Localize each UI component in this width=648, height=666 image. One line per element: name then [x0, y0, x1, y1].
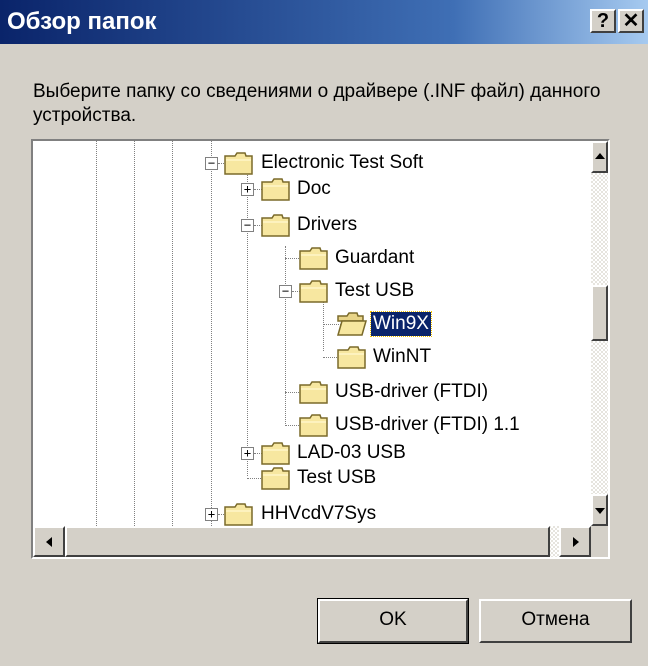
tree-item-winnt[interactable]: WinNT [371, 345, 433, 369]
expand-toggle[interactable]: + [205, 508, 218, 521]
window-title: Обзор папок [7, 8, 157, 35]
collapse-toggle[interactable]: − [241, 219, 254, 232]
scroll-down-button[interactable] [591, 494, 608, 526]
tree-guide-line [211, 141, 212, 526]
folder-tree[interactable]: − + − − + + Electronic Test Soft Doc Dri… [31, 139, 610, 559]
help-button[interactable]: ? [590, 9, 616, 33]
folder-icon [224, 152, 253, 175]
ok-button[interactable]: OK [317, 598, 469, 644]
tree-guide-line [172, 141, 173, 526]
tree-item-lad-03-usb[interactable]: LAD-03 USB [295, 441, 408, 465]
title-bar[interactable]: Обзор папок ? ✕ [0, 0, 648, 44]
scroll-up-button[interactable] [591, 141, 608, 173]
tree-item-test-usb-2[interactable]: Test USB [295, 466, 378, 490]
folder-icon [224, 503, 253, 526]
scroll-left-button[interactable] [33, 526, 65, 557]
collapse-toggle[interactable]: − [279, 285, 292, 298]
expand-toggle[interactable]: + [241, 183, 254, 196]
open-folder-icon [337, 312, 367, 336]
tree-item-drivers[interactable]: Drivers [295, 213, 359, 237]
close-button[interactable]: ✕ [618, 9, 644, 33]
tree-guide-line [134, 141, 135, 526]
tree-guide-line [247, 171, 248, 476]
arrow-up-icon [594, 153, 605, 159]
tree-item-electronic-test-soft[interactable]: Electronic Test Soft [259, 151, 425, 175]
vertical-scroll-thumb[interactable] [591, 285, 608, 341]
horizontal-scroll-thumb[interactable] [65, 526, 550, 557]
folder-icon [299, 414, 328, 437]
scrollbar-corner [591, 526, 608, 557]
instruction-text: Выберите папку со сведениями о драйвере … [33, 81, 601, 126]
tree-item-usb-driver-ftdi[interactable]: USB-driver (FTDI) [333, 380, 490, 404]
folder-icon [299, 247, 328, 270]
cancel-button[interactable]: Отмена [479, 599, 632, 643]
scroll-right-button[interactable] [559, 526, 591, 557]
tree-item-test-usb[interactable]: Test USB [333, 279, 416, 303]
folder-icon [261, 442, 290, 465]
arrow-right-icon [573, 536, 579, 547]
arrow-down-icon [594, 508, 605, 514]
tree-viewport[interactable]: − + − − + + Electronic Test Soft Doc Dri… [33, 141, 593, 526]
tree-item-usb-driver-ftdi-1-1[interactable]: USB-driver (FTDI) 1.1 [333, 413, 522, 437]
folder-icon [299, 381, 328, 404]
expand-toggle[interactable]: + [241, 447, 254, 460]
tree-item-guardant[interactable]: Guardant [333, 246, 416, 270]
tree-item-win9x[interactable]: Win9X [370, 311, 432, 337]
arrow-left-icon [46, 536, 52, 547]
folder-icon [261, 467, 290, 490]
tree-guide-line [96, 141, 97, 526]
browse-folders-dialog: Обзор папок ? ✕ Выберите папку со сведен… [0, 0, 648, 666]
tree-item-doc[interactable]: Doc [295, 177, 333, 201]
folder-icon [299, 280, 328, 303]
tree-guide-line [285, 246, 286, 426]
collapse-toggle[interactable]: − [205, 157, 218, 170]
folder-icon [261, 214, 290, 237]
tree-item-hhvcdv7sys[interactable]: HHVcdV7Sys [259, 502, 378, 526]
vertical-scrollbar[interactable] [591, 141, 608, 526]
folder-icon [337, 346, 366, 369]
folder-icon [261, 178, 290, 201]
horizontal-scrollbar[interactable] [33, 526, 591, 557]
